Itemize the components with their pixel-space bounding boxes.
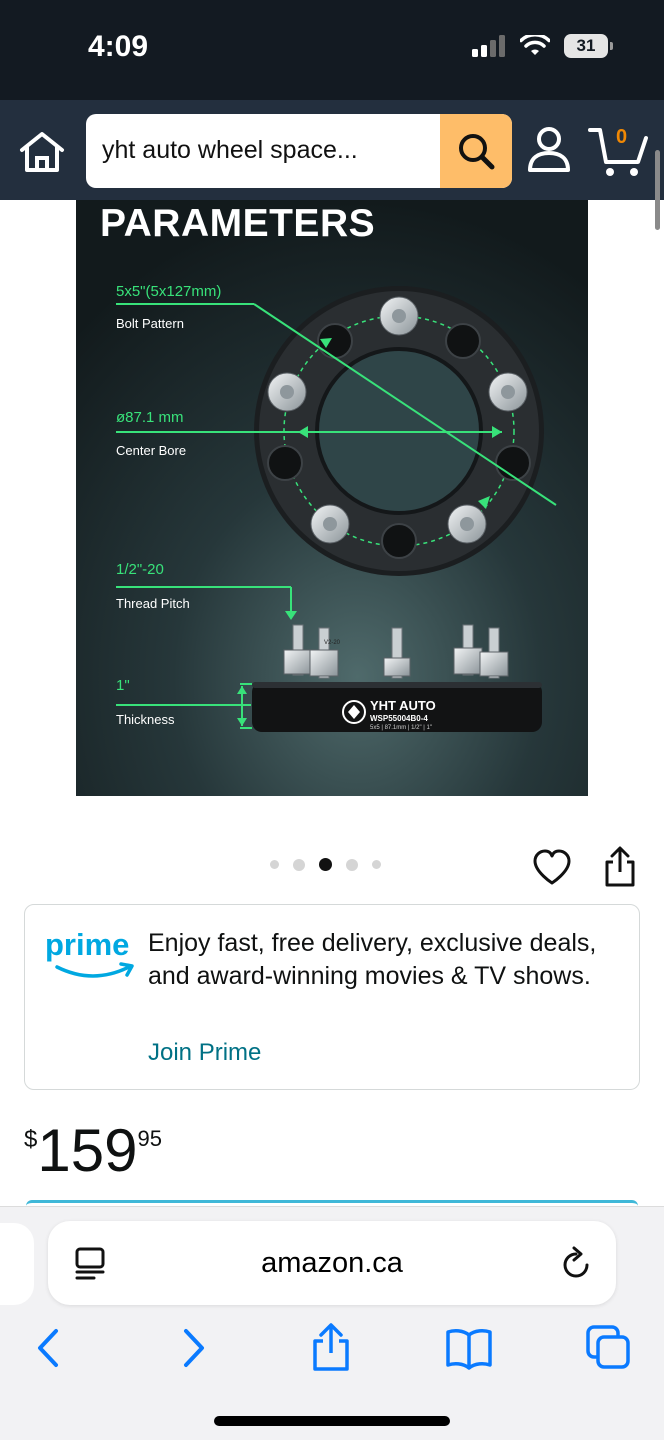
carousel-dot[interactable] — [270, 860, 279, 869]
prime-logo-text: prime — [45, 927, 130, 962]
wifi-icon — [520, 35, 550, 55]
spec-bolt-pattern-value: 5x5"(5x127mm) — [116, 283, 221, 300]
prime-message: Enjoy fast, free delivery, exclusive dea… — [148, 929, 597, 990]
search-input[interactable]: yht auto wheel space... — [86, 114, 512, 188]
product-image[interactable]: PARAMETERS 5x5"(5x127mm) Bolt Pattern ø8… — [76, 200, 588, 796]
url-text[interactable]: amazon.ca — [48, 1247, 616, 1280]
cart-button[interactable]: 0 — [588, 122, 650, 178]
home-indicator[interactable] — [214, 1416, 450, 1426]
spec-thickness-label: Thickness — [116, 712, 175, 727]
carousel-dot[interactable] — [346, 858, 358, 871]
bookmarks-icon[interactable] — [444, 1323, 494, 1373]
account-icon[interactable] — [526, 124, 572, 174]
spec-center-bore-label: Center Bore — [116, 443, 186, 458]
spec-thickness-value: 1" — [116, 677, 130, 694]
search-button[interactable] — [440, 114, 512, 188]
search-query[interactable]: yht auto wheel space... — [102, 136, 358, 165]
heart-icon[interactable] — [532, 848, 572, 888]
back-icon[interactable] — [24, 1323, 74, 1373]
carousel-dot[interactable] — [293, 858, 305, 871]
battery-level: 31 — [576, 36, 596, 55]
infographic-heading: PARAMETERS — [100, 202, 375, 245]
prime-promo-card: prime Enjoy fast, free delivery, exclusi… — [24, 904, 640, 1090]
brand-name: YHT AUTO — [370, 698, 436, 713]
price-fraction: 95 — [137, 1126, 162, 1151]
carousel-dots[interactable] — [270, 858, 381, 871]
top-bar: 4:09 31 yht auto wheel space... 0 — [0, 0, 664, 230]
scroll-indicator — [655, 150, 660, 230]
home-icon[interactable] — [18, 130, 66, 174]
prime-logo: prime — [45, 927, 135, 987]
spec-bolt-pattern-label: Bolt Pattern — [116, 316, 184, 331]
status-icons: 31 — [472, 34, 613, 58]
prime-smile-icon — [55, 962, 134, 978]
part-number: WSP55004B0-4 — [370, 714, 428, 723]
spec-thread-pitch-label: Thread Pitch — [116, 596, 190, 611]
tabs-icon[interactable] — [584, 1323, 634, 1373]
spec-center-bore-value: ø87.1 mm — [116, 409, 184, 426]
share-sheet-icon[interactable] — [306, 1323, 356, 1373]
cellular-signal-icon — [472, 35, 505, 57]
part-specs: 5x5 | 87.1mm | 1/2" | 1" — [370, 725, 432, 731]
amazon-header: yht auto wheel space... 0 — [0, 100, 664, 200]
browser-toolbar: amazon.ca — [0, 1206, 664, 1440]
carousel-dot[interactable] — [372, 860, 381, 869]
cart-count: 0 — [616, 126, 628, 148]
address-bar[interactable]: amazon.ca — [48, 1221, 616, 1305]
share-icon[interactable] — [602, 846, 638, 888]
join-prime-link[interactable]: Join Prime — [148, 1039, 261, 1067]
price-whole: 159 — [37, 1117, 138, 1184]
product-infographic: PARAMETERS 5x5"(5x127mm) Bolt Pattern ø8… — [76, 200, 588, 796]
price-currency: $ — [24, 1126, 38, 1153]
stud-marking: V2-20 — [324, 640, 341, 646]
search-icon — [459, 134, 495, 170]
carousel-dot-active[interactable] — [319, 858, 332, 871]
forward-icon[interactable] — [168, 1323, 218, 1373]
battery-icon: 31 — [564, 34, 613, 58]
status-time: 4:09 — [88, 30, 149, 63]
product-price: $ 159 95 — [24, 1116, 162, 1186]
previous-tab-pill[interactable] — [0, 1223, 34, 1305]
reload-icon[interactable] — [558, 1245, 594, 1283]
spec-thread-pitch-value: 1/2"-20 — [116, 561, 164, 578]
